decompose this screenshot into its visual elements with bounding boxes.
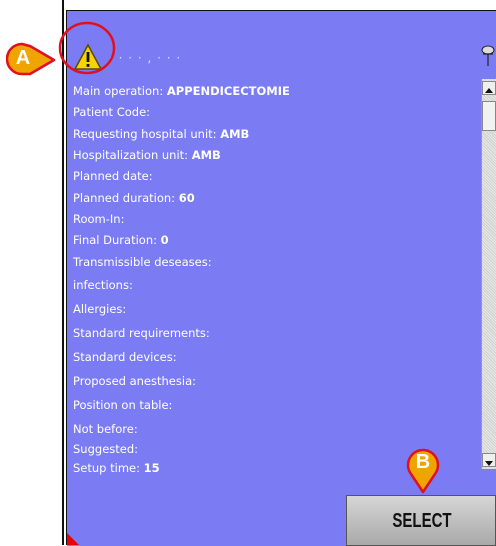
field-row: Proposed anesthesia: (73, 374, 196, 388)
field-row: Position on table: (73, 398, 173, 412)
scroll-down-button[interactable] (482, 453, 496, 467)
corner-marker (67, 533, 79, 545)
field-row: Setup time: 15 (73, 461, 160, 475)
patient-name-text: · · · · , · · · (109, 51, 182, 65)
callout-marker-b: B (403, 444, 443, 494)
field-row: Room-In: (73, 212, 125, 226)
vertical-scrollbar[interactable] (481, 79, 496, 469)
scroll-thumb[interactable] (482, 101, 496, 131)
callout-marker-a: A (5, 42, 56, 78)
field-row: Standard devices: (73, 350, 177, 364)
field-row: Standard requirements: (73, 326, 210, 340)
field-row: Hospitalization unit: AMB (73, 148, 221, 162)
pin-icon[interactable] (481, 45, 495, 67)
field-row: Planned date: (73, 169, 153, 183)
field-row: Allergies: (73, 302, 127, 316)
field-row: Transmissible deseases: (73, 255, 212, 269)
field-row: Not before: (73, 422, 138, 436)
callout-label-b: B (415, 451, 431, 473)
field-row: Planned duration: 60 (73, 191, 195, 205)
panel-header: · · · · , · · · (67, 11, 496, 81)
field-row: Final Duration: 0 (73, 233, 169, 247)
callout-label-a: A (15, 47, 31, 69)
field-row: Main operation: APPENDICECTOMIE (73, 84, 290, 98)
field-row: Patient Code: (73, 105, 151, 119)
arrow-down-icon (485, 461, 493, 466)
arrow-up-icon (485, 88, 493, 93)
select-button[interactable]: SELECT (346, 495, 496, 546)
select-button-label: SELECT (392, 510, 452, 532)
callout-ring-a (58, 21, 116, 75)
field-row: infections: (73, 278, 133, 292)
field-row: Requesting hospital unit: AMB (73, 127, 250, 141)
field-row: Suggested: (73, 442, 139, 456)
scroll-up-button[interactable] (482, 81, 496, 95)
